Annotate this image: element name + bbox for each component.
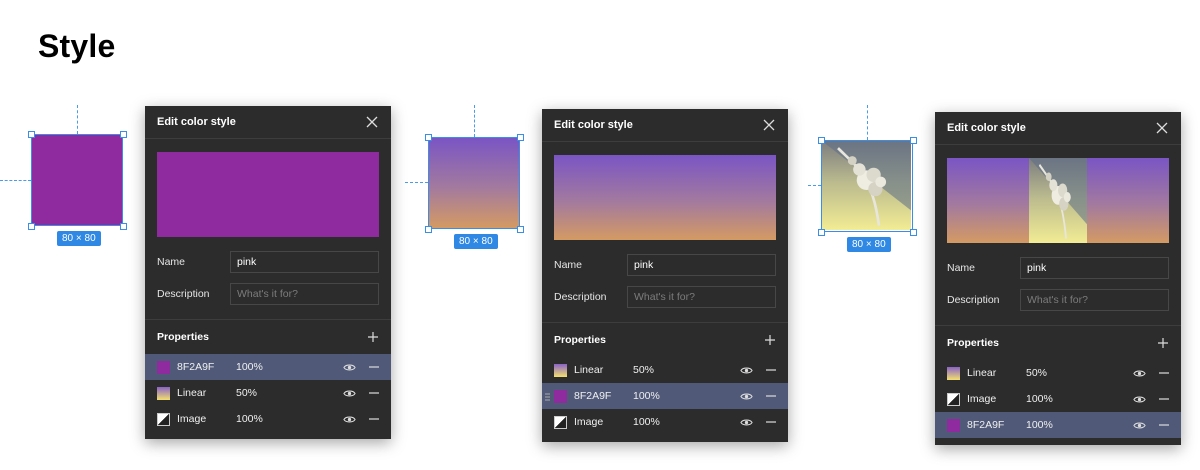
properties-header: Properties: [935, 326, 1181, 360]
solid-swatch-icon: [947, 418, 960, 432]
style-section-3: 80 × 80 Edit color style Name Descriptio…: [0, 0, 1200, 470]
minus-icon[interactable]: [1159, 368, 1169, 378]
description-input[interactable]: [1020, 289, 1169, 311]
name-label: Name: [947, 262, 976, 274]
eye-icon[interactable]: [1133, 367, 1146, 380]
properties-label: Properties: [947, 337, 999, 349]
edit-color-style-panel: Edit color style Name Description: [935, 112, 1181, 445]
description-row: Description: [947, 289, 1169, 311]
description-label: Description: [947, 294, 1000, 306]
minus-icon[interactable]: [1159, 420, 1169, 430]
property-opacity[interactable]: 100%: [1026, 393, 1126, 405]
property-opacity[interactable]: 100%: [1026, 419, 1126, 431]
property-name: Linear: [967, 367, 997, 379]
add-property-plus-icon[interactable]: [1157, 337, 1169, 349]
name-input[interactable]: [1020, 257, 1169, 279]
panel-header: Edit color style: [935, 112, 1181, 145]
name-row: Name: [947, 257, 1169, 279]
resize-handle[interactable]: [818, 137, 825, 144]
minus-icon[interactable]: [1159, 394, 1169, 404]
property-opacity[interactable]: 50%: [1026, 367, 1126, 379]
eye-icon[interactable]: [1133, 393, 1146, 406]
panel-title: Edit color style: [947, 122, 1026, 134]
property-name: 8F2A9F: [967, 419, 1005, 431]
resize-handle[interactable]: [910, 137, 917, 144]
style-preview: [947, 158, 1169, 243]
vertical-guide: [867, 105, 868, 140]
dimension-badge: 80 × 80: [847, 237, 891, 252]
eye-icon[interactable]: [1133, 419, 1146, 432]
close-icon[interactable]: [1155, 121, 1169, 135]
property-row[interactable]: Image 100%: [935, 386, 1181, 412]
resize-handle[interactable]: [818, 229, 825, 236]
image-swatch-icon: [947, 392, 960, 406]
linear-gradient-swatch-icon: [947, 366, 960, 380]
canvas-object-3[interactable]: [821, 140, 913, 232]
resize-handle[interactable]: [910, 229, 917, 236]
property-row[interactable]: 8F2A9F 100%: [935, 412, 1181, 438]
horizontal-guide: [808, 185, 821, 186]
property-row[interactable]: Linear 50%: [935, 360, 1181, 386]
property-name: Image: [967, 393, 997, 405]
